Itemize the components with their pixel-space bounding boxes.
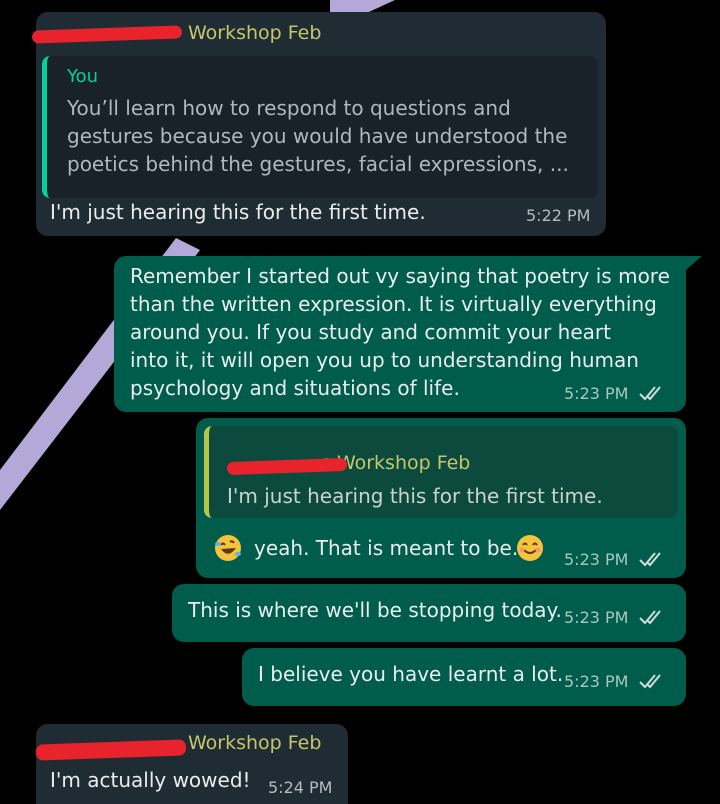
message-line: into it, it will open you up to understa… [130, 348, 639, 372]
redaction-mark [35, 739, 187, 761]
message-time: 5:22 PM [526, 206, 591, 225]
message-text: yeah. That is meant to be. [254, 536, 519, 560]
quote-line: poetics behind the gestures, facial expr… [67, 152, 569, 176]
message-time: 5:23 PM [564, 550, 629, 569]
double-check-icon [639, 386, 661, 401]
message-text: I'm just hearing this for the first time… [50, 200, 426, 224]
incoming-message-bubble[interactable]: Workshop Feb I'm actually wowed! 5:24 PM [35, 724, 348, 804]
message-line: psychology and situations of life. [130, 376, 460, 400]
message-text: I believe you have learnt a lot. [258, 662, 564, 686]
message-time: 5:23 PM [564, 384, 629, 403]
message-text: This is where we'll be stopping today. [188, 598, 562, 622]
rolling-on-floor-laughing-emoji [215, 535, 241, 561]
double-check-icon [639, 552, 661, 567]
outgoing-message-bubble[interactable]: I believe you have learnt a lot. 5:23 PM [242, 648, 686, 706]
outgoing-message-bubble[interactable]: s Workshop Feb I'm just hearing this for… [196, 418, 686, 578]
quote-line: gestures because you would have understo… [67, 124, 568, 148]
message-line: than the written expression. It is virtu… [130, 292, 657, 316]
message-time: 5:23 PM [564, 608, 629, 627]
quote-author: You [67, 66, 99, 87]
redaction-mark [31, 25, 183, 44]
outgoing-message-bubble[interactable]: Remember I started out vy saying that po… [114, 256, 686, 412]
sender-name: Workshop Feb [188, 732, 322, 754]
message-text: I'm actually wowed! [50, 768, 251, 792]
incoming-message-bubble[interactable]: Workshop Feb You You’ll learn how to res… [31, 12, 606, 236]
sender-name: Workshop Feb [188, 22, 322, 44]
message-time: 5:24 PM [268, 778, 333, 797]
quoted-reply[interactable]: s Workshop Feb I'm just hearing this for… [204, 426, 678, 518]
double-check-icon [639, 610, 661, 625]
message-line: around you. If you study and commit your… [130, 320, 611, 344]
quoted-reply[interactable]: You You’ll learn how to respond to quest… [42, 56, 598, 198]
message-line: Remember I started out vy saying that po… [130, 264, 670, 288]
double-check-icon [639, 674, 661, 689]
quote-line: You’ll learn how to respond to questions… [67, 96, 511, 120]
message-time: 5:23 PM [564, 672, 629, 691]
outgoing-message-bubble[interactable]: This is where we'll be stopping today. 5… [172, 584, 686, 642]
bubble-tail [686, 256, 702, 270]
smiling-face-emoji [517, 535, 543, 561]
quote-text: I'm just hearing this for the first time… [227, 484, 603, 508]
